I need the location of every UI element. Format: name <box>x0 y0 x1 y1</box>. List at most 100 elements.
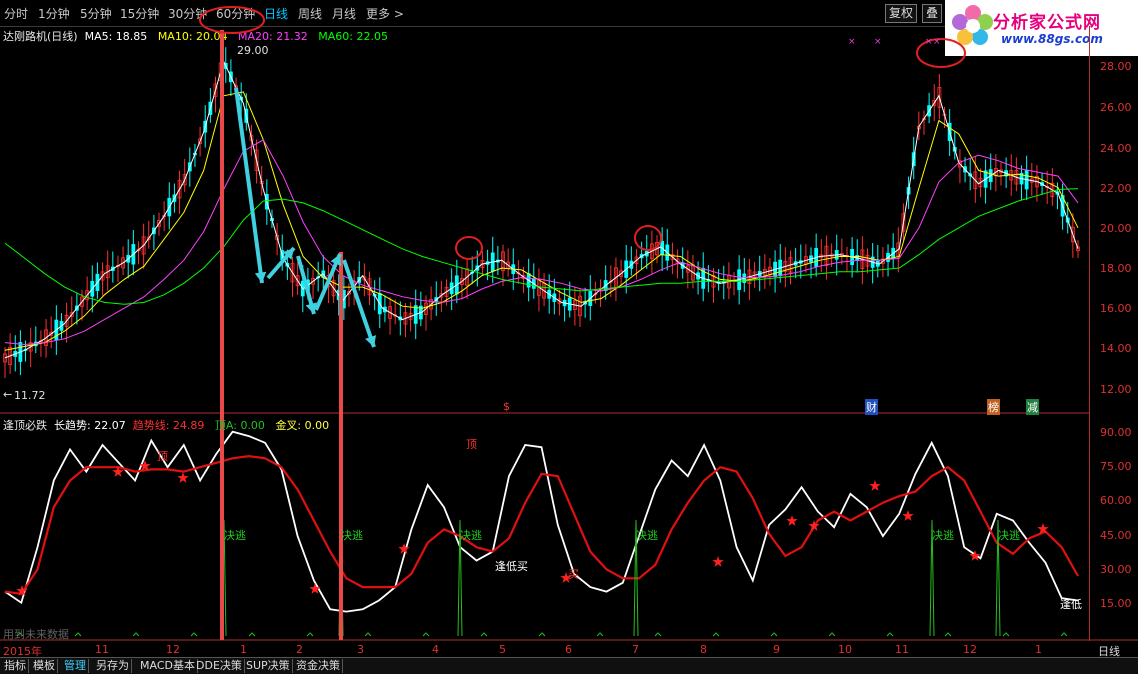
x-mark-icon: × <box>933 37 941 47</box>
signal-tick <box>712 632 720 637</box>
star-marker-icon <box>712 556 724 567</box>
time-tick: 4 <box>432 643 439 656</box>
time-tick: 10 <box>838 643 852 656</box>
low-signal-label: 逢低 <box>1060 598 1082 611</box>
price-tick: 14.00 <box>1100 342 1132 355</box>
x-mark-icon: × <box>848 37 856 47</box>
buy-signal-label: 买 <box>568 568 579 581</box>
ma-line-ma10 <box>4 91 1079 351</box>
time-tick: 1 <box>1035 643 1042 656</box>
tab-sup[interactable]: SUP决策 <box>244 659 293 673</box>
signal-tick <box>364 632 372 637</box>
signal-tick <box>1002 632 1010 637</box>
signal-tick <box>248 632 256 637</box>
time-tick: 3 <box>357 643 364 656</box>
trend-line <box>4 454 1079 595</box>
high-price-label: 29.00 <box>237 44 269 57</box>
escape-signal-label: 决逃 <box>932 529 954 542</box>
golden-cross-value: 金叉: 0.00 <box>275 419 330 432</box>
time-tick: 7 <box>632 643 639 656</box>
star-marker-icon <box>902 510 914 521</box>
signal-tick <box>596 632 604 637</box>
price-axis-line <box>1089 26 1090 641</box>
escape-signal-label: 决逃 <box>341 529 363 542</box>
ma-line-ma60 <box>4 188 1079 305</box>
signal-tick <box>770 632 778 637</box>
tab-macd[interactable]: MACD基本 <box>138 659 198 673</box>
tab-indicator[interactable]: 指标 <box>2 659 29 673</box>
price-tick: 26.00 <box>1100 101 1132 114</box>
indicator-tick: 30.00 <box>1100 563 1132 576</box>
time-tick: 11 <box>95 643 109 656</box>
price-tick: 18.00 <box>1100 262 1132 275</box>
indicator-name: 逢顶必跌 <box>3 419 47 432</box>
escape-signal-label: 决逃 <box>998 529 1020 542</box>
top-signal-label: 顶 <box>466 438 477 451</box>
signal-tick <box>132 632 140 637</box>
event-marker-dividend[interactable]: $ <box>503 400 510 413</box>
time-tick: 8 <box>700 643 707 656</box>
indicator-legend: 逢顶必跌 长趋势: 22.07 趋势线: 24.89 顶A: 0.00 金叉: … <box>3 417 329 433</box>
trend-line-value: 趋势线: 24.89 <box>132 419 205 432</box>
event-marker-reduce[interactable]: 减 <box>1026 399 1039 415</box>
indicator-tick: 15.00 <box>1100 597 1132 610</box>
annotation-circle <box>199 6 265 34</box>
price-tick: 22.00 <box>1100 182 1132 195</box>
tab-fund[interactable]: 资金决策 <box>294 659 343 673</box>
low-price-label: 11.72 <box>14 389 46 402</box>
price-tick: 28.00 <box>1100 60 1132 73</box>
time-tick: 1 <box>240 643 247 656</box>
price-tick: 16.00 <box>1100 302 1132 315</box>
signal-tick <box>480 632 488 637</box>
indicator-tab-bar: 指标 模板 管理 另存为 MACD基本 DDE决策 SUP决策 资金决策 <box>0 657 1138 674</box>
star-marker-icon <box>177 472 189 483</box>
event-marker-list[interactable]: 榜 <box>987 399 1000 415</box>
escape-signal-label: 决逃 <box>636 529 658 542</box>
price-tick: 24.00 <box>1100 142 1132 155</box>
time-tick: 12 <box>166 643 180 656</box>
signal-tick <box>654 632 662 637</box>
signal-tick <box>944 632 952 637</box>
signal-tick <box>306 632 314 637</box>
signal-tick <box>190 632 198 637</box>
buy-low-label: 逢低买 <box>495 560 528 573</box>
ma-line-ma20 <box>4 139 1079 346</box>
tab-dde[interactable]: DDE决策 <box>194 659 245 673</box>
time-tick: 12 <box>963 643 977 656</box>
annotation-circle <box>455 236 483 260</box>
indicator-tick: 75.00 <box>1100 460 1132 473</box>
x-mark-icon: × <box>925 37 933 47</box>
trend-arrow <box>234 87 264 284</box>
time-tick: 5 <box>499 643 506 656</box>
star-marker-icon <box>786 515 798 526</box>
escape-signal-label: 决逃 <box>460 529 482 542</box>
signal-tick <box>422 632 430 637</box>
ma-line-ma5 <box>4 59 1079 359</box>
time-tick: 11 <box>895 643 909 656</box>
annotation-vertical-line <box>339 252 343 640</box>
indicator-tick: 45.00 <box>1100 529 1132 542</box>
x-mark-icon: × <box>874 37 882 47</box>
signal-tick <box>886 632 894 637</box>
annotation-vertical-line <box>220 30 224 640</box>
tab-template[interactable]: 模板 <box>31 659 58 673</box>
escape-signal-label: 决逃 <box>224 529 246 542</box>
tab-manage[interactable]: 管理 <box>62 659 89 673</box>
signal-tick <box>74 632 82 637</box>
top-a-value: 顶A: 0.00 <box>214 419 265 432</box>
future-data-warning: 用到未来数据 <box>3 628 69 641</box>
time-tick: 9 <box>773 643 780 656</box>
top-signal-label: 顶 <box>157 450 168 463</box>
star-marker-icon <box>869 480 881 491</box>
long-trend-value: 长趋势: 22.07 <box>54 419 126 432</box>
price-tick: 20.00 <box>1100 222 1132 235</box>
indicator-tick: 60.00 <box>1100 494 1132 507</box>
tab-save-as[interactable]: 另存为 <box>94 659 132 673</box>
event-marker-finance[interactable]: 财 <box>865 399 878 415</box>
time-tick: 2 <box>296 643 303 656</box>
left-arrow-icon: ← <box>3 388 13 401</box>
price-tick: 12.00 <box>1100 383 1132 396</box>
signal-tick <box>538 632 546 637</box>
signal-tick <box>1060 632 1068 637</box>
signal-tick <box>828 632 836 637</box>
